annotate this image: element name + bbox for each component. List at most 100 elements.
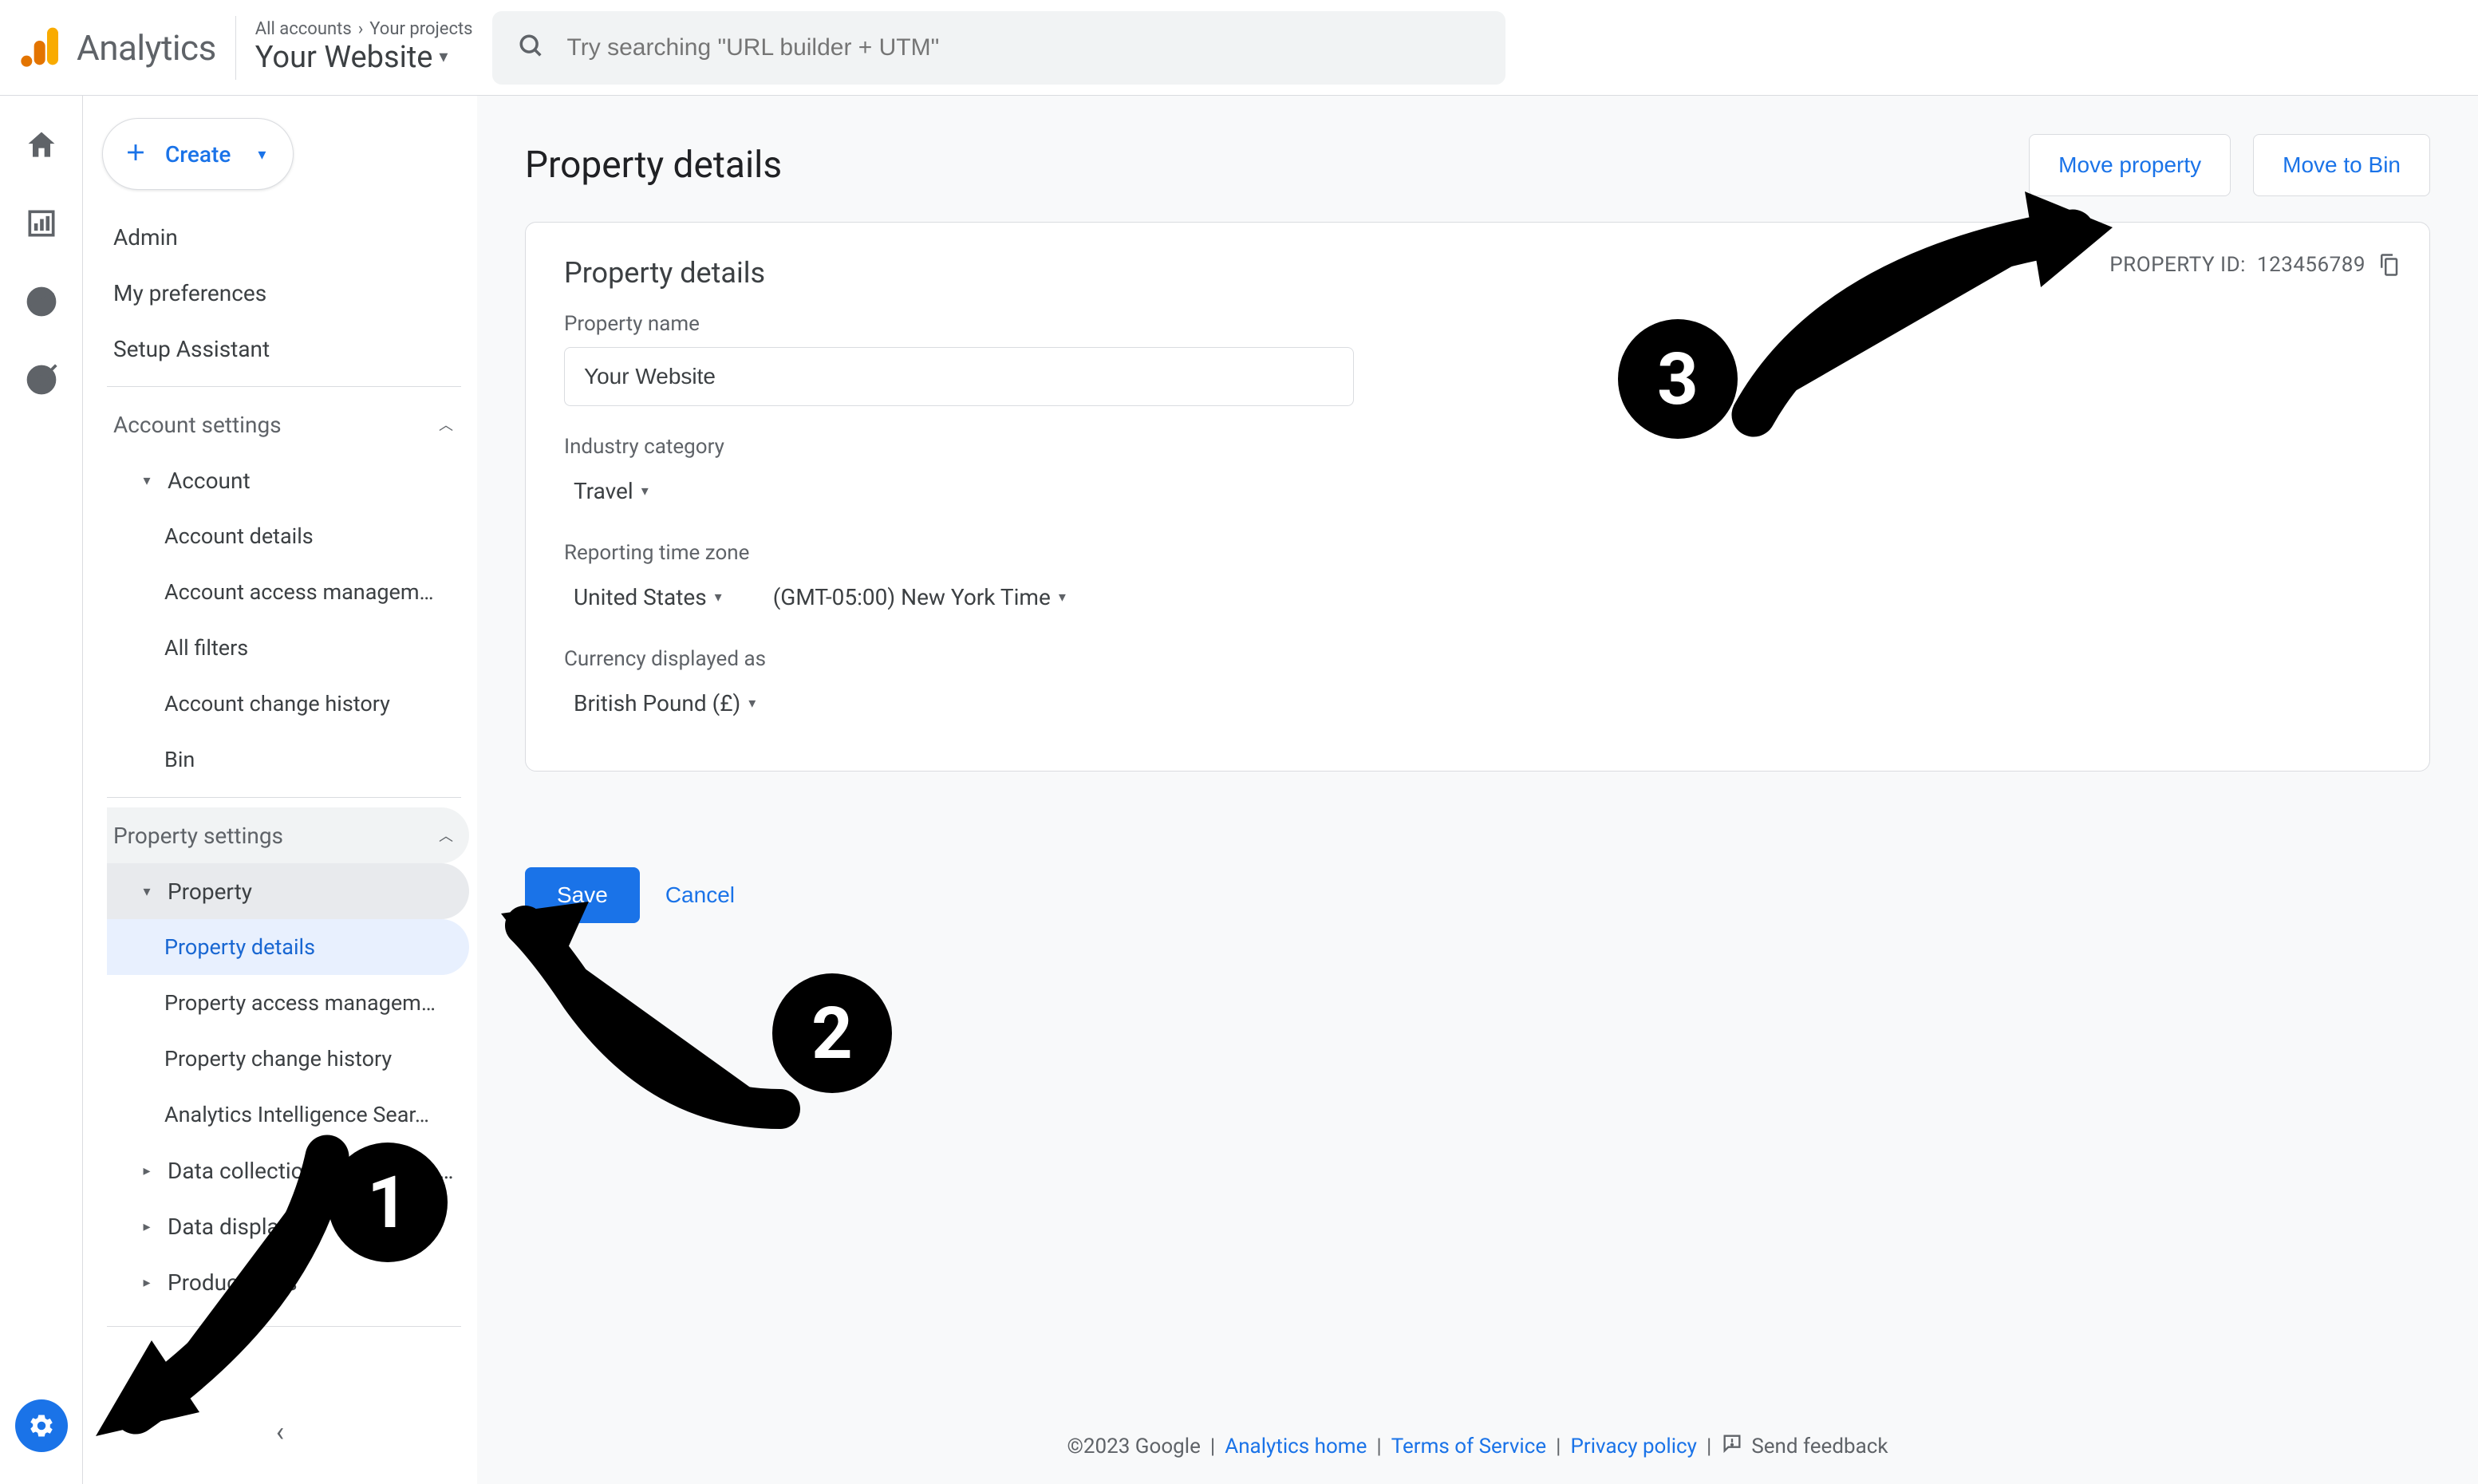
property-id-label: PROPERTY ID: bbox=[2109, 253, 2246, 277]
nav-property[interactable]: ▾ Property bbox=[107, 863, 469, 919]
caret-down-icon: ▾ bbox=[258, 144, 266, 164]
footer-tos[interactable]: Terms of Service bbox=[1391, 1435, 1546, 1458]
chevron-left-icon: ‹ bbox=[276, 1416, 284, 1448]
nav-property-access[interactable]: Property access managem… bbox=[107, 975, 469, 1031]
dropdown-value: (GMT-05:00) New York Time bbox=[773, 584, 1051, 610]
nav-data-display[interactable]: ▸ Data display bbox=[107, 1198, 469, 1254]
logo-text: Analytics bbox=[77, 27, 216, 69]
nav-setup-assistant[interactable]: Setup Assistant bbox=[107, 321, 469, 377]
nav-property-settings[interactable]: Property settings ︿ bbox=[107, 807, 469, 863]
chevron-right-icon: › bbox=[358, 19, 364, 40]
currency-dropdown[interactable]: British Pound (£) ▾ bbox=[564, 682, 765, 724]
property-details-card: PROPERTY ID: 123456789 Property details … bbox=[525, 222, 2430, 772]
dropdown-value: British Pound (£) bbox=[574, 690, 740, 716]
field-label: Industry category bbox=[564, 435, 2391, 459]
divider bbox=[107, 1326, 461, 1327]
nav-sub-label: Data collection and modific… bbox=[168, 1158, 454, 1184]
nav-account-details[interactable]: Account details bbox=[107, 508, 469, 564]
field-label: Property name bbox=[564, 312, 2391, 336]
nav-heading-label: Property settings bbox=[113, 823, 283, 849]
property-selector-label: Your Website bbox=[255, 40, 433, 77]
header-buttons: Move property Move to Bin bbox=[2029, 134, 2430, 196]
nav-property-change-history[interactable]: Property change history bbox=[107, 1031, 469, 1087]
search-input[interactable] bbox=[567, 34, 1480, 61]
field-property-name: Property name bbox=[564, 312, 2391, 406]
create-button[interactable]: Create ▾ bbox=[102, 118, 294, 190]
page-title: Property details bbox=[525, 144, 782, 187]
caret-down-icon: ▾ bbox=[439, 47, 448, 68]
nav-sub-label: Account bbox=[168, 468, 251, 494]
admin-gear-button[interactable] bbox=[15, 1399, 68, 1452]
property-id-block: PROPERTY ID: 123456789 bbox=[2109, 253, 2401, 277]
save-button[interactable]: Save bbox=[525, 867, 640, 923]
caret-right-icon: ▸ bbox=[137, 1218, 156, 1235]
nav-all-filters[interactable]: All filters bbox=[107, 620, 469, 676]
nav-account-settings[interactable]: Account settings ︿ bbox=[107, 397, 469, 452]
nav-data-collection[interactable]: ▸ Data collection and modific… bbox=[107, 1143, 469, 1198]
footer-copyright: ©2023 Google bbox=[1067, 1435, 1200, 1458]
nav-my-preferences[interactable]: My preferences bbox=[107, 265, 469, 321]
caret-right-icon: ▸ bbox=[137, 1274, 156, 1291]
advertising-icon[interactable] bbox=[24, 362, 59, 401]
plus-icon bbox=[122, 139, 149, 169]
nav-bin[interactable]: Bin bbox=[107, 732, 469, 787]
field-industry: Industry category Travel ▾ bbox=[564, 435, 2391, 512]
nav-account-change-history[interactable]: Account change history bbox=[107, 676, 469, 732]
admin-nav: Admin My preferences Setup Assistant Acc… bbox=[91, 209, 469, 1336]
footer-privacy[interactable]: Privacy policy bbox=[1571, 1435, 1697, 1458]
field-currency: Currency displayed as British Pound (£) … bbox=[564, 647, 2391, 724]
save-bar: Save Cancel bbox=[525, 867, 2430, 923]
caret-down-icon: ▾ bbox=[641, 483, 649, 499]
nav-account-access[interactable]: Account access managem… bbox=[107, 564, 469, 620]
feedback-label: Send feedback bbox=[1751, 1435, 1888, 1458]
divider bbox=[235, 16, 236, 80]
analytics-logo-icon bbox=[19, 24, 64, 72]
nav-product-links[interactable]: ▸ Product links bbox=[107, 1254, 469, 1310]
copy-icon[interactable] bbox=[2377, 253, 2401, 277]
collapse-sidebar-button[interactable]: ‹ bbox=[260, 1412, 300, 1452]
nav-heading-label: Account settings bbox=[113, 412, 282, 438]
nav-sub-label: Property bbox=[168, 878, 252, 905]
caret-down-icon: ▾ bbox=[137, 472, 156, 489]
nav-account[interactable]: ▾ Account bbox=[107, 452, 469, 508]
main-header: Property details Move property Move to B… bbox=[525, 134, 2430, 196]
timezone-dropdown[interactable]: (GMT-05:00) New York Time ▾ bbox=[764, 576, 1075, 618]
field-label: Reporting time zone bbox=[564, 541, 2391, 565]
search-box[interactable] bbox=[492, 11, 1505, 85]
caret-down-icon: ▾ bbox=[137, 883, 156, 900]
footer-analytics-home[interactable]: Analytics home bbox=[1225, 1435, 1367, 1458]
reports-icon[interactable] bbox=[24, 206, 59, 244]
divider bbox=[107, 797, 461, 798]
nav-sub-label: Data display bbox=[168, 1214, 290, 1240]
home-icon[interactable] bbox=[24, 128, 59, 166]
nav-sub-label: Product links bbox=[168, 1269, 298, 1296]
property-id-value: 123456789 bbox=[2257, 253, 2366, 277]
country-dropdown[interactable]: United States ▾ bbox=[564, 576, 732, 618]
left-rail bbox=[0, 96, 83, 1484]
footer-send-feedback[interactable]: Send feedback bbox=[1721, 1432, 1888, 1460]
cancel-button[interactable]: Cancel bbox=[665, 882, 735, 908]
caret-down-icon: ▾ bbox=[715, 589, 722, 606]
property-name-input[interactable] bbox=[564, 347, 1354, 406]
caret-right-icon: ▸ bbox=[137, 1162, 156, 1179]
create-button-label: Create bbox=[165, 141, 231, 168]
breadcrumb-account: All accounts bbox=[255, 19, 352, 40]
nav-analytics-intel[interactable]: Analytics Intelligence Sear… bbox=[107, 1087, 469, 1143]
nav-property-details[interactable]: Property details bbox=[107, 919, 469, 975]
move-property-button[interactable]: Move property bbox=[2029, 134, 2231, 196]
account-block[interactable]: All accounts › Your projects Your Websit… bbox=[255, 19, 473, 77]
move-to-bin-button[interactable]: Move to Bin bbox=[2253, 134, 2430, 196]
industry-dropdown[interactable]: Travel ▾ bbox=[564, 470, 658, 512]
chevron-up-icon: ︿ bbox=[439, 825, 453, 846]
divider bbox=[107, 386, 461, 387]
property-selector[interactable]: Your Website ▾ bbox=[255, 40, 473, 77]
search-icon bbox=[518, 33, 545, 63]
top-bar: Analytics All accounts › Your projects Y… bbox=[0, 0, 2478, 96]
feedback-icon bbox=[1721, 1432, 1743, 1460]
nav-admin[interactable]: Admin bbox=[107, 209, 469, 265]
admin-sidebar: Create ▾ Admin My preferences Setup Assi… bbox=[83, 96, 477, 1484]
explore-icon[interactable] bbox=[24, 284, 59, 322]
field-label: Currency displayed as bbox=[564, 647, 2391, 671]
breadcrumb-project: Your projects bbox=[369, 19, 472, 40]
caret-down-icon: ▾ bbox=[1059, 589, 1066, 606]
